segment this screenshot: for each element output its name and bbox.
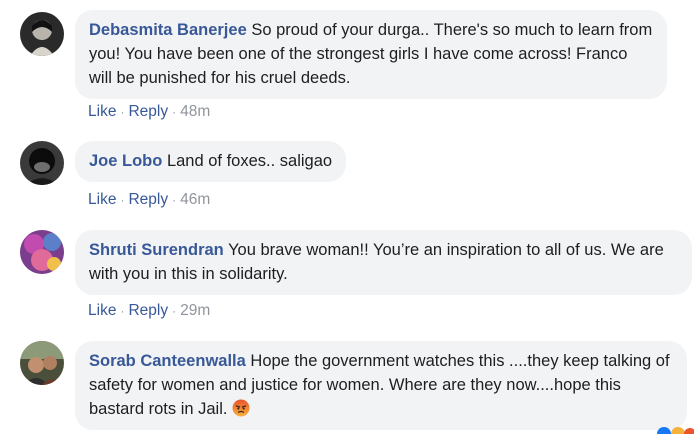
comment-author[interactable]: Shruti Surendran xyxy=(89,241,224,259)
avatar[interactable] xyxy=(20,12,64,56)
comment-bubble: Joe Lobo Land of foxes.. saligao xyxy=(75,141,347,182)
comment-author[interactable]: Debasmita Banerjee xyxy=(89,21,247,39)
separator: · xyxy=(120,304,125,318)
separator: · xyxy=(172,304,177,318)
comment-author[interactable]: Sorab Canteenwalla xyxy=(89,352,246,370)
reply-button[interactable]: Reply xyxy=(128,302,168,319)
reaction-icons xyxy=(657,427,694,434)
comment-actions: Like · Reply · 29m xyxy=(88,301,210,321)
comment-bubble: Debasmita Banerjee So proud of your durg… xyxy=(75,10,667,99)
separator: · xyxy=(172,105,177,119)
like-button[interactable]: Like xyxy=(88,103,116,120)
like-button[interactable]: Like xyxy=(88,191,116,208)
comment-timestamp[interactable]: 48m xyxy=(180,103,210,120)
reply-button[interactable]: Reply xyxy=(128,191,168,208)
separator: · xyxy=(172,193,177,207)
avatar[interactable] xyxy=(20,141,64,185)
comment-timestamp[interactable]: 46m xyxy=(180,191,210,208)
comment-text: Land of foxes.. saligao xyxy=(166,152,333,170)
avatar[interactable] xyxy=(20,230,64,274)
comment-timestamp[interactable]: 29m xyxy=(180,302,210,319)
comment-author[interactable]: Joe Lobo xyxy=(89,152,162,170)
comment-bubble: Sorab Canteenwalla Hope the government w… xyxy=(75,341,687,430)
avatar[interactable] xyxy=(20,341,64,385)
reply-button[interactable]: Reply xyxy=(128,103,168,120)
like-button[interactable]: Like xyxy=(88,302,116,319)
comment-bubble: Shruti Surendran You brave woman!! You’r… xyxy=(75,230,692,295)
comment-actions: Like · Reply · 48m xyxy=(88,102,210,122)
angry-face-emoji xyxy=(232,399,250,417)
separator: · xyxy=(120,105,125,119)
comment-actions: Like · Reply · 46m xyxy=(88,190,210,210)
separator: · xyxy=(120,193,125,207)
